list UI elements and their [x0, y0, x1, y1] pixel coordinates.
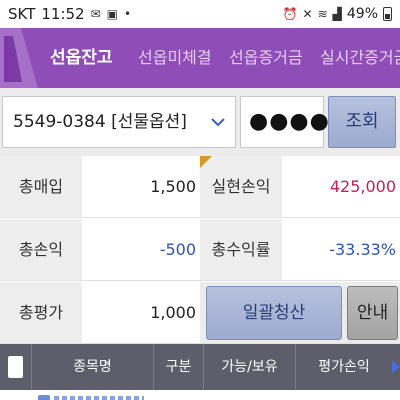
scroll-right-icon[interactable]: [392, 361, 400, 373]
tab-balance[interactable]: 선옵잔고: [50, 28, 113, 88]
total-buy-value: 1,500: [82, 156, 200, 218]
guide-button[interactable]: 안내: [347, 286, 398, 340]
status-right: ⏰ ✕ ≋ ▟ 49%: [283, 6, 392, 22]
column-header-eval-pl[interactable]: 평가손익: [296, 344, 392, 390]
info-marker-icon: [200, 156, 212, 168]
tab-unfilled[interactable]: 선옵미체결: [138, 28, 212, 88]
realized-pl-value: 425,000: [282, 156, 400, 218]
tab-realtime-margin[interactable]: 실시간증거금: [320, 28, 400, 88]
account-select[interactable]: 5549-0384 [선물옵션]: [2, 96, 236, 148]
tab-margin[interactable]: 선옵증거금: [229, 28, 303, 88]
mute-icon: ✕: [302, 7, 313, 21]
realized-pl-label: 실현손익: [211, 177, 271, 196]
total-return-value: -33.33%: [282, 219, 400, 281]
column-header-name[interactable]: 종목명: [32, 344, 154, 390]
total-eval-value: 1,000: [82, 282, 200, 344]
total-buy-label: 총매입: [0, 156, 82, 218]
status-left: SKT 11:52 ✉ ▣ •: [8, 5, 131, 23]
total-pl-label: 총손익: [0, 219, 82, 281]
table-row[interactable]: [0, 390, 400, 400]
table-header: 종목명 구분 가능/보유 평가손익: [0, 344, 400, 390]
row-name-text: [54, 396, 144, 400]
chevron-down-icon: [211, 118, 225, 127]
total-eval-label: 총평가: [0, 282, 82, 344]
account-select-value: 5549-0384 [선물옵션]: [13, 112, 187, 132]
message-icon: ✉: [90, 7, 101, 21]
clock: 11:52: [41, 5, 85, 23]
row-checkbox[interactable]: [38, 395, 50, 400]
column-header-type[interactable]: 구분: [154, 344, 204, 390]
dot-icon: •: [124, 7, 132, 21]
carrier-label: SKT: [8, 5, 36, 23]
tab-bar: 선옵잔고 선옵미체결 선옵증거금 실시간증거금: [0, 28, 400, 88]
query-button[interactable]: 조회: [328, 96, 396, 148]
column-header-available[interactable]: 가능/보유: [204, 344, 296, 390]
signal-icon: ▟: [332, 7, 342, 21]
status-bar: SKT 11:52 ✉ ▣ • ⏰ ✕ ≋ ▟ 49%: [0, 0, 400, 28]
realized-pl-cell: 실현손익: [200, 156, 282, 218]
password-input[interactable]: ●●●●: [240, 96, 329, 148]
total-return-label: 총수익률: [200, 219, 282, 281]
account-row: 5549-0384 [선물옵션] ●●●● 조회: [0, 88, 400, 156]
battery-percent: 49%: [346, 6, 378, 22]
bulk-settle-button[interactable]: 일괄청산: [206, 286, 342, 340]
total-pl-value: -500: [82, 219, 200, 281]
alarm-icon: ⏰: [282, 7, 298, 21]
select-all-checkbox[interactable]: [8, 356, 23, 378]
wifi-icon: ≋: [317, 7, 328, 21]
gallery-icon: ▣: [106, 7, 118, 21]
battery-icon: [383, 7, 392, 21]
select-all-column: [0, 344, 32, 390]
